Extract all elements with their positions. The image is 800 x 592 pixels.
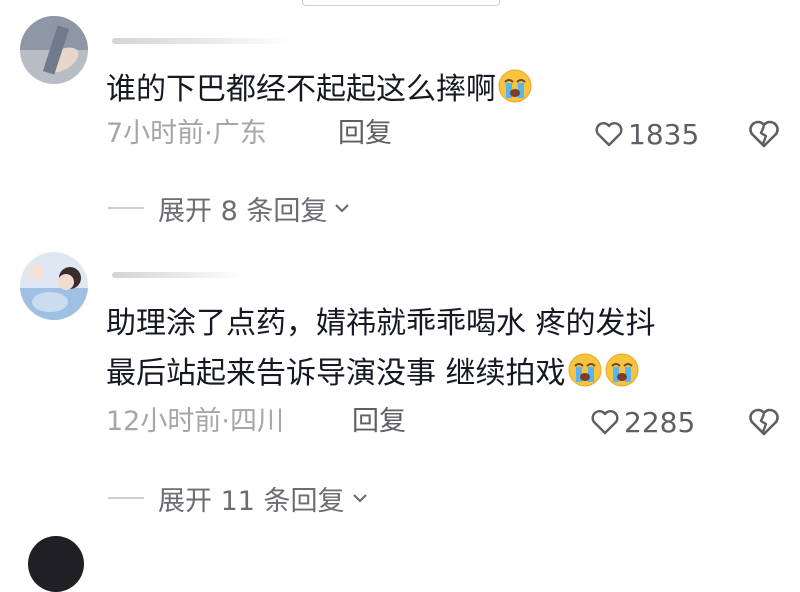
- comment-time-location: 12小时前·四川: [106, 406, 284, 437]
- heart-outline-icon: [591, 410, 619, 435]
- chevron-down-icon: [335, 204, 350, 213]
- username[interactable]: [112, 272, 242, 278]
- like-button[interactable]: 1835: [594, 116, 699, 152]
- expand-replies-button[interactable]: 展开 8 条回复: [108, 190, 351, 227]
- broken-heart-icon[interactable]: [748, 406, 780, 438]
- reply-button[interactable]: 回复: [338, 116, 392, 152]
- chevron-down-icon: [352, 494, 367, 503]
- expand-replies-button[interactable]: 展开 11 条回复: [108, 480, 369, 517]
- divider: [108, 497, 144, 499]
- comment-time-location: 7小时前·广东: [106, 118, 267, 149]
- broken-heart-icon[interactable]: [748, 118, 780, 150]
- top-overlay-bar: [302, 0, 500, 6]
- like-button[interactable]: 2285: [590, 404, 695, 440]
- loudly-crying-face-icon: [498, 69, 532, 103]
- comment-text-line1: 助理涂了点药，婧祎就乖乖喝水 疼的发抖: [106, 306, 656, 341]
- avatar[interactable]: [20, 252, 88, 320]
- comment-text-line2: 最后站起来告诉导演没事 继续拍戏: [106, 352, 640, 396]
- reply-button[interactable]: 回复: [352, 404, 406, 440]
- loudly-crying-face-icon: [605, 353, 639, 387]
- heart-outline-icon: [595, 122, 623, 147]
- expand-replies-label: 展开 11 条回复: [158, 485, 345, 517]
- expand-replies-label: 展开 8 条回复: [158, 195, 328, 227]
- divider: [108, 207, 144, 209]
- avatar[interactable]: [28, 536, 84, 592]
- loudly-crying-face-icon: [568, 353, 602, 387]
- like-count: 2285: [624, 405, 696, 439]
- username[interactable]: [112, 38, 292, 44]
- comment-text: 谁的下巴都经不起起这么摔啊: [106, 68, 533, 112]
- avatar[interactable]: [20, 16, 88, 84]
- like-count: 1835: [628, 117, 700, 151]
